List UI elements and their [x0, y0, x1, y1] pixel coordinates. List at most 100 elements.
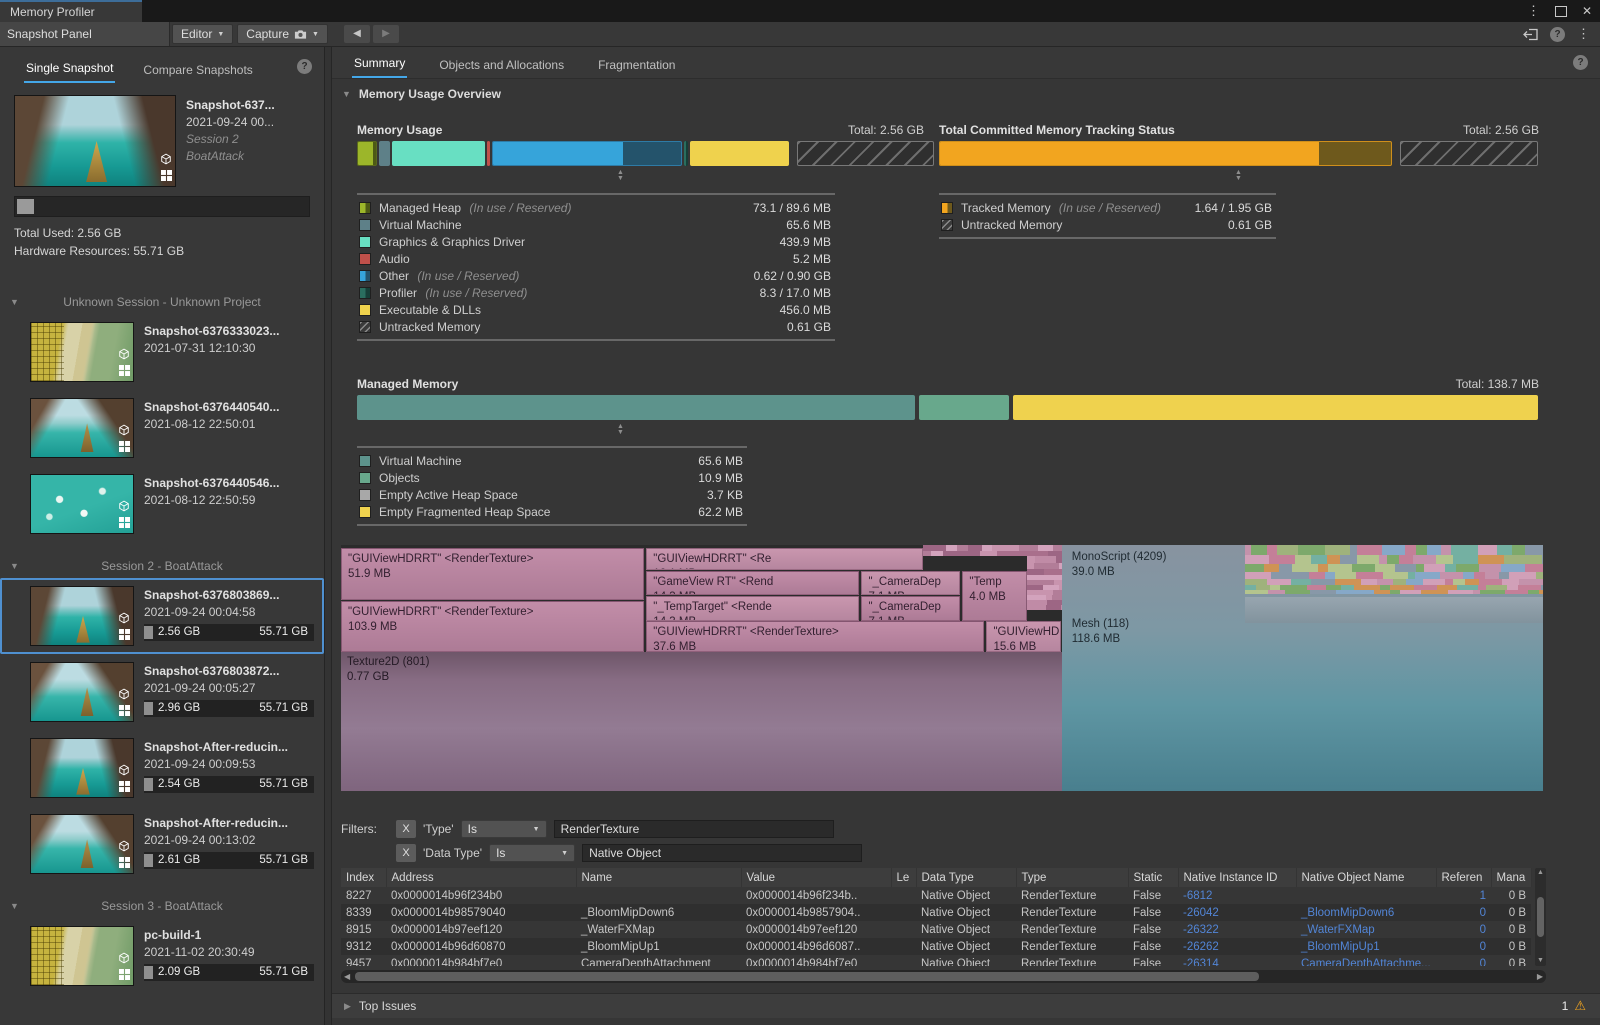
- filter-value-input[interactable]: [582, 844, 862, 862]
- panel-splitter[interactable]: [325, 47, 332, 1025]
- column-header-index[interactable]: Index: [341, 868, 386, 887]
- scrollbar-thumb[interactable]: [1537, 897, 1544, 937]
- column-header-name[interactable]: Name: [576, 868, 741, 887]
- session-group-header[interactable]: ▼Session 3 - BoatAttack: [0, 894, 324, 918]
- legend-row[interactable]: Untracked Memory0.61 GB: [357, 318, 835, 335]
- legend-row[interactable]: Empty Fragmented Heap Space62.2 MB: [357, 503, 747, 520]
- column-header-native-instance-id[interactable]: Native Instance ID: [1178, 868, 1296, 887]
- legend-row[interactable]: Graphics & Graphics Driver439.9 MB: [357, 233, 835, 250]
- capture-button[interactable]: Capture ▼: [237, 24, 328, 44]
- scroll-left-icon[interactable]: ◀: [344, 972, 350, 981]
- treemap-cell[interactable]: Mesh (118)118.6 MB: [1066, 614, 1234, 668]
- filter-operator-select[interactable]: Is▼: [489, 844, 575, 862]
- scroll-right-icon[interactable]: ▶: [1537, 972, 1543, 981]
- memory-usage-overview-header[interactable]: ▼ Memory Usage Overview: [342, 87, 501, 101]
- help-icon[interactable]: ?: [297, 59, 312, 74]
- legend-row[interactable]: Profiler (In use / Reserved)8.3 / 17.0 M…: [357, 284, 835, 301]
- treemap-cell[interactable]: "GUIViewHDRR15.6 MB: [986, 621, 1061, 652]
- snapshot-list-item[interactable]: Snapshot-6376803872...2021-09-24 00:05:2…: [0, 654, 324, 730]
- table-row[interactable]: 82270x0000014b96f234b00x0000014b96f234b.…: [341, 887, 1531, 904]
- column-header-static[interactable]: Static: [1128, 868, 1178, 887]
- object-link[interactable]: -26262: [1178, 938, 1296, 955]
- tab-objects-and-allocations[interactable]: Objects and Allocations: [437, 52, 566, 78]
- filter-value-input[interactable]: [554, 820, 834, 838]
- scroll-up-icon[interactable]: ▲: [1537, 869, 1544, 877]
- legend-row[interactable]: Virtual Machine65.6 MB: [357, 216, 835, 233]
- column-header-type[interactable]: Type: [1016, 868, 1128, 887]
- object-link[interactable]: _BloomMipUp1: [1296, 938, 1436, 955]
- close-icon[interactable]: ✕: [1582, 4, 1592, 18]
- window-tab[interactable]: Memory Profiler: [0, 0, 142, 22]
- object-link[interactable]: -26322: [1178, 921, 1296, 938]
- object-link[interactable]: _BloomMipDown6: [1296, 904, 1436, 921]
- treemap-cell[interactable]: "Temp4.0 MB: [962, 571, 1027, 621]
- tab-summary[interactable]: Summary: [352, 50, 407, 78]
- maximize-icon[interactable]: [1555, 6, 1567, 17]
- table-row[interactable]: 94570x0000014b984bf7e0CameraDepthAttachm…: [341, 955, 1531, 966]
- snapshot-list-item[interactable]: Snapshot-6376440546...2021-08-12 22:50:5…: [0, 466, 324, 542]
- remove-filter-button[interactable]: X: [396, 844, 416, 862]
- column-header-mana[interactable]: Mana: [1491, 868, 1531, 887]
- object-link[interactable]: 0: [1436, 938, 1491, 955]
- back-button[interactable]: ◀: [344, 25, 370, 43]
- scroll-stepper[interactable]: ▲▼: [1235, 170, 1242, 182]
- table-row[interactable]: 89150x0000014b97eef120_WaterFXMap0x00000…: [341, 921, 1531, 938]
- object-link[interactable]: 0: [1436, 921, 1491, 938]
- treemap-cell[interactable]: "_CameraDep7.1 MB: [861, 596, 960, 621]
- selected-snapshot-card[interactable]: Snapshot-637... 2021-09-24 00... Session…: [14, 95, 310, 187]
- snapshot-list-item[interactable]: Snapshot-6376803869...2021-09-24 00:04:5…: [0, 578, 324, 654]
- scrollbar-thumb[interactable]: [355, 972, 1259, 981]
- treemap-cell[interactable]: "_CameraDep7.1 MB: [861, 571, 960, 596]
- table-row[interactable]: 83390x0000014b98579040_BloomMipDown60x00…: [341, 904, 1531, 921]
- treemap-cell[interactable]: "_TempTarget" <Rende14.3 MB: [646, 596, 859, 621]
- snapshot-list-item[interactable]: pc-build-12021-11-02 20:30:492.09 GB55.7…: [0, 918, 324, 994]
- scroll-stepper[interactable]: ▲▼: [617, 424, 624, 436]
- snapshot-list-item[interactable]: Snapshot-6376333023...2021-07-31 12:10:3…: [0, 314, 324, 390]
- forward-button[interactable]: ▶: [373, 25, 399, 43]
- panel-menu-icon[interactable]: ⋮: [1577, 26, 1590, 42]
- legend-row[interactable]: Other (In use / Reserved)0.62 / 0.90 GB: [357, 267, 835, 284]
- scroll-stepper[interactable]: ▲▼: [617, 170, 624, 182]
- object-link[interactable]: CameraDepthAttachme...: [1296, 955, 1436, 966]
- legend-row[interactable]: Tracked Memory (In use / Reserved)1.64 /…: [939, 199, 1276, 216]
- snapshot-list-item[interactable]: Snapshot-After-reducin...2021-09-24 00:1…: [0, 806, 324, 882]
- table-horizontal-scrollbar[interactable]: ◀ ▶: [341, 970, 1546, 983]
- treemap-cell[interactable]: "GUIViewHDRRT" <RenderTexture>103.9 MB: [341, 601, 644, 652]
- top-issues-header[interactable]: ▶ Top Issues 1 ⚠: [332, 993, 1600, 1018]
- legend-row[interactable]: Managed Heap (In use / Reserved)73.1 / 8…: [357, 199, 835, 216]
- legend-row[interactable]: Virtual Machine65.6 MB: [357, 452, 747, 469]
- table-vertical-scrollbar[interactable]: ▲ ▼: [1535, 868, 1546, 966]
- remove-filter-button[interactable]: X: [396, 820, 416, 838]
- table-row[interactable]: 93120x0000014b96d60870_BloomMipUp10x0000…: [341, 938, 1531, 955]
- session-group-header[interactable]: ▼Session 2 - BoatAttack: [0, 554, 324, 578]
- treemap-cell[interactable]: "GameView RT" <Rend14.3 MB: [646, 571, 859, 596]
- object-link[interactable]: _WaterFXMap: [1296, 921, 1436, 938]
- object-link[interactable]: -26314: [1178, 955, 1296, 966]
- treemap-cell[interactable]: MonoScript (4209)39.0 MB: [1066, 547, 1234, 601]
- column-header-value[interactable]: Value: [741, 868, 891, 887]
- treemap-cell[interactable]: "GUIViewHDRRT" <RenderTexture>51.9 MB: [341, 548, 644, 600]
- tab-fragmentation[interactable]: Fragmentation: [596, 52, 677, 78]
- help-icon[interactable]: ?: [1573, 55, 1588, 70]
- help-icon[interactable]: ?: [1550, 27, 1565, 42]
- legend-row[interactable]: Audio5.2 MB: [357, 250, 835, 267]
- tab-single-snapshot[interactable]: Single Snapshot: [24, 57, 115, 83]
- treemap-cell[interactable]: Texture2D (801)0.77 GB: [341, 652, 1062, 791]
- column-header-address[interactable]: Address: [386, 868, 576, 887]
- legend-row[interactable]: Empty Active Heap Space3.7 KB: [357, 486, 747, 503]
- tab-compare-snapshots[interactable]: Compare Snapshots: [141, 59, 254, 83]
- snapshot-list-item[interactable]: Snapshot-After-reducin...2021-09-24 00:0…: [0, 730, 324, 806]
- editor-dropdown[interactable]: Editor ▼: [172, 24, 233, 44]
- treemap-cell[interactable]: "GUIViewHDRRT" <Re12.1 MB: [646, 548, 922, 570]
- column-header-native-object-name[interactable]: Native Object Name: [1296, 868, 1436, 887]
- legend-row[interactable]: Executable & DLLs456.0 MB: [357, 301, 835, 318]
- object-link[interactable]: 0: [1436, 955, 1491, 966]
- object-link[interactable]: -6812: [1178, 887, 1296, 904]
- legend-row[interactable]: Untracked Memory0.61 GB: [939, 216, 1276, 233]
- column-header-le[interactable]: Le: [891, 868, 916, 887]
- window-menu-icon[interactable]: ⋮: [1527, 3, 1540, 19]
- treemap-cell[interactable]: "GUIViewHDRRT" <RenderTexture>37.6 MB: [646, 621, 984, 652]
- object-link[interactable]: 0: [1436, 904, 1491, 921]
- column-header-data-type[interactable]: Data Type: [916, 868, 1016, 887]
- column-header-referen[interactable]: Referen: [1436, 868, 1491, 887]
